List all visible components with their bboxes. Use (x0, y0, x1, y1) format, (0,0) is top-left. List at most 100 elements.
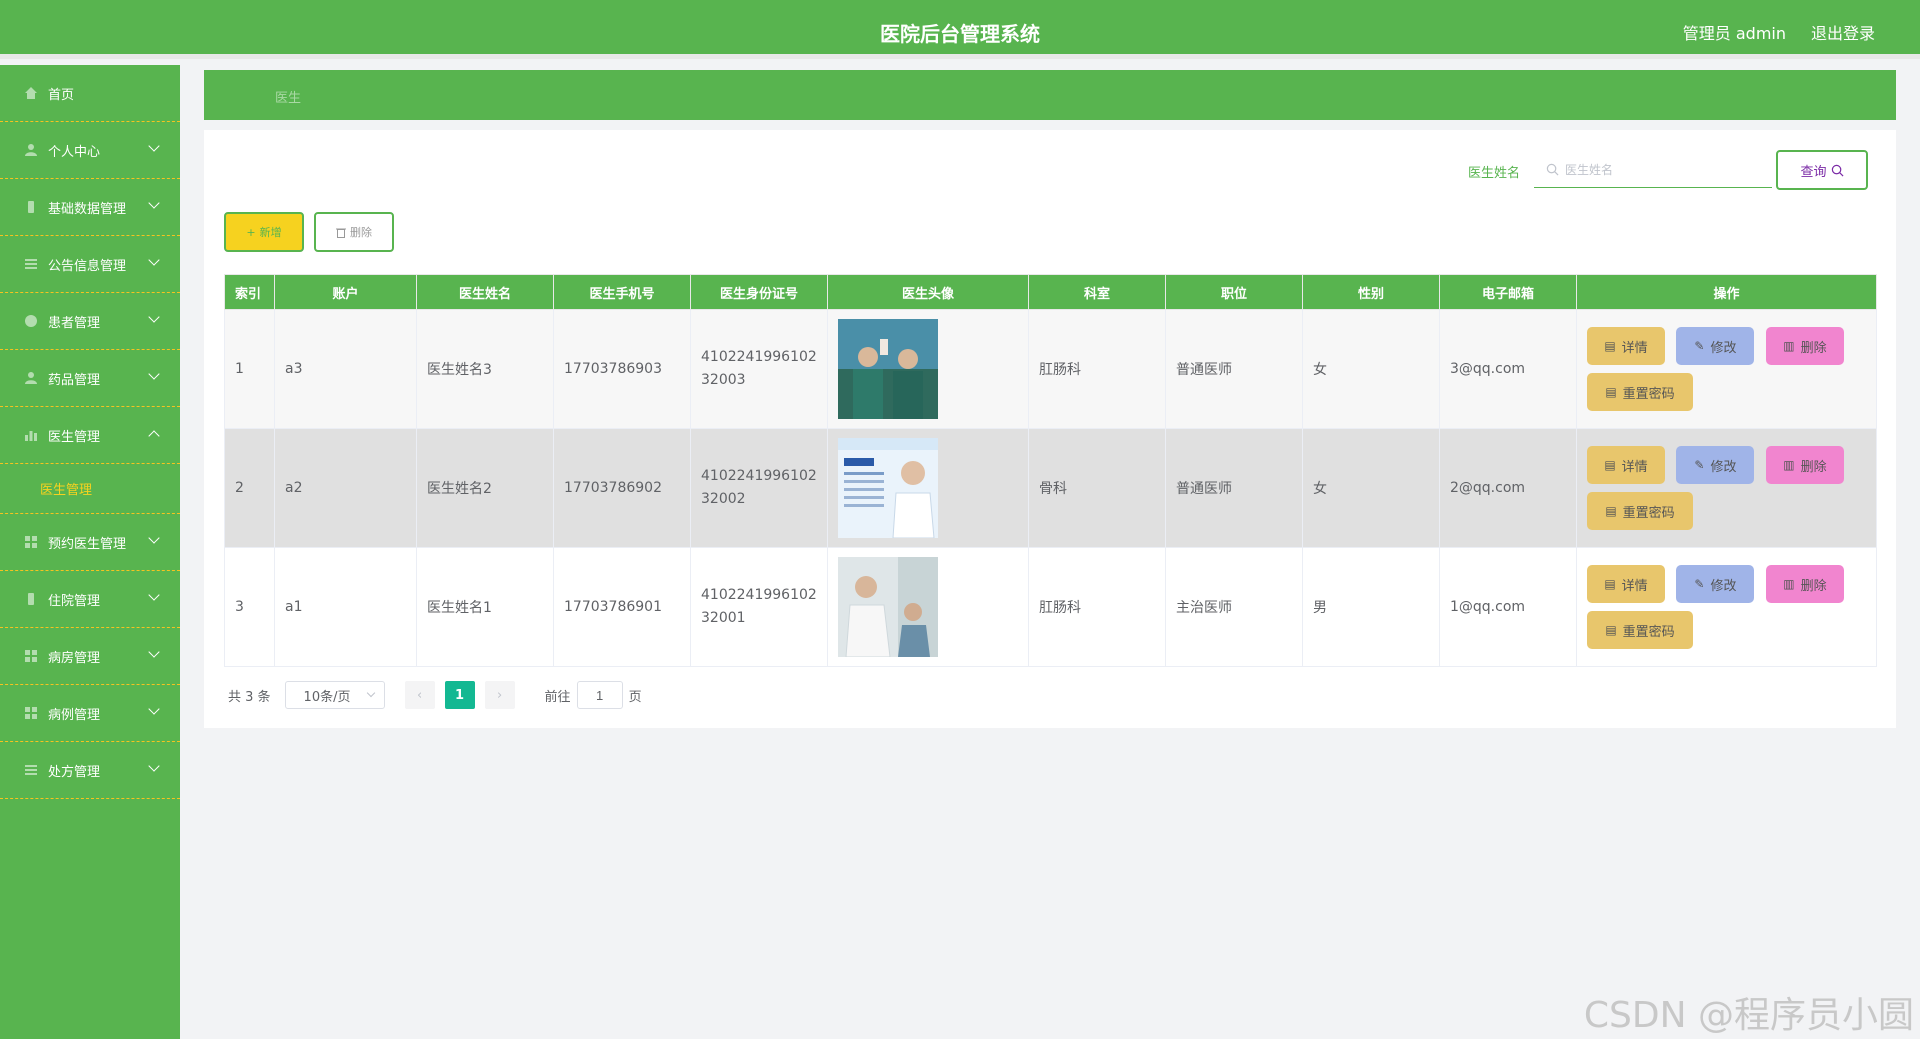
plus-icon: + (246, 225, 256, 239)
sidebar-item-profile[interactable]: 个人中心 (0, 122, 180, 179)
sidebar-item-doctors[interactable]: 医生管理 (0, 407, 180, 464)
delete-button[interactable]: ▥ 删除 (1765, 327, 1844, 365)
reset-password-button[interactable]: ▤ 重置密码 (1587, 492, 1693, 530)
sidebar-item-notice[interactable]: 公告信息管理 (0, 236, 180, 293)
column-header: 职位 (1165, 274, 1303, 310)
delete-button[interactable]: ▥ 删除 (1765, 565, 1844, 603)
pencil-icon: ✎ (1694, 339, 1705, 353)
chevron-down-icon (148, 589, 160, 601)
search-input[interactable] (1565, 162, 1765, 177)
cell-email: 1@qq.com (1439, 547, 1577, 667)
doctor-avatar[interactable] (838, 438, 938, 538)
sidebar-item-label: 住院管理 (48, 593, 101, 609)
detail-button[interactable]: ▤ 详情 (1587, 327, 1665, 365)
sidebar-item-cases[interactable]: 病例管理 (0, 685, 180, 742)
delete-label: 删除 (1800, 340, 1827, 356)
batch-delete-button[interactable]: 删除 (314, 212, 394, 252)
column-header: 医生身份证号 (690, 274, 828, 310)
list-icon (25, 765, 37, 775)
cell-dept: 骨科 (1028, 428, 1166, 548)
detail-button[interactable]: ▤ 详情 (1587, 565, 1665, 603)
cell-gender: 男 (1302, 547, 1440, 667)
sidebar-item-basic-data[interactable]: 基础数据管理 (0, 179, 180, 236)
top-header: 医院后台管理系统 管理员 admin 退出登录 (0, 0, 1920, 59)
chevron-right-icon: › (496, 687, 503, 703)
cell-phone: 17703786901 (553, 547, 691, 667)
column-header: 索引 (224, 274, 275, 310)
chevron-down-icon (148, 532, 160, 544)
chevron-down-icon (366, 688, 375, 698)
cell-gender: 女 (1302, 428, 1440, 548)
sidebar-item-label: 公告信息管理 (48, 258, 127, 274)
sidebar-item-label: 药品管理 (48, 372, 101, 388)
page-size-select[interactable]: 10条/页 (284, 681, 385, 709)
sidebar-item-patients[interactable]: 患者管理 (0, 293, 180, 350)
edit-button[interactable]: ✎ 修改 (1676, 565, 1755, 603)
goto-prefix: 前往 (544, 689, 571, 705)
table-row[interactable]: 1 a3 医生姓名3 17703786903 41022419961023200… (224, 309, 1877, 429)
page-number-current[interactable]: 1 (444, 681, 475, 709)
reset-password-button[interactable]: ▤ 重置密码 (1587, 373, 1693, 411)
document-icon: ▤ (1605, 385, 1617, 399)
goto-page-input[interactable] (576, 681, 623, 709)
add-button[interactable]: + 新增 (224, 212, 304, 252)
doctor-avatar[interactable] (838, 557, 938, 657)
cell-avatar (827, 309, 1029, 429)
search-button-label: 查询 (1800, 164, 1827, 180)
chevron-down-icon (148, 646, 160, 658)
sidebar-item-label: 基础数据管理 (48, 201, 127, 217)
watermark: CSDN @程序员小圆 (1583, 995, 1914, 1036)
cell-actions: ▤ 详情 ✎ 修改 ▥ 删除 ▤ 重置密码 (1576, 547, 1877, 667)
sidebar-item-home[interactable]: 首页 (0, 65, 180, 122)
trash-icon: ▥ (1783, 577, 1795, 591)
sidebar-item-wards[interactable]: 病房管理 (0, 628, 180, 685)
table-header-row: 索引 账户 医生姓名 医生手机号 医生身份证号 医生头像 科室 职位 性别 电子… (224, 274, 1877, 310)
next-page-button[interactable]: › (484, 681, 515, 709)
table-row[interactable]: 3 a1 医生姓名1 17703786901 41022419961023200… (224, 547, 1877, 667)
goto-suffix: 页 (628, 689, 642, 705)
sidebar-item-label: 医生管理 (48, 429, 101, 445)
main-card: 医生姓名 查询 + 新增 删除 索引 账户 医生姓名 医生手机号 医生身份证号 … (204, 130, 1896, 728)
grid-icon (25, 536, 37, 548)
submenu-item-doctor-management[interactable]: 医生管理 (0, 464, 180, 514)
delete-label: 删除 (1800, 578, 1827, 594)
cell-actions: ▤ 详情 ✎ 修改 ▥ 删除 ▤ 重置密码 (1576, 428, 1877, 548)
doctor-avatar[interactable] (838, 319, 938, 419)
column-header: 性别 (1302, 274, 1440, 310)
sidebar-item-hospitalization[interactable]: 住院管理 (0, 571, 180, 628)
edit-label: 修改 (1710, 459, 1737, 475)
chevron-left-icon: ‹ (416, 687, 423, 703)
cell-dept: 肛肠科 (1028, 309, 1166, 429)
column-header: 电子邮箱 (1439, 274, 1577, 310)
table-row[interactable]: 2 a2 医生姓名2 17703786902 41022419961023200… (224, 428, 1877, 548)
pencil-icon: ✎ (1694, 458, 1705, 472)
sidebar-item-prescriptions[interactable]: 处方管理 (0, 742, 180, 799)
reset-label: 重置密码 (1622, 624, 1675, 640)
goto-page: 前往 页 (545, 681, 642, 709)
pagination-total: 共 3 条 (228, 689, 271, 705)
reset-label: 重置密码 (1622, 505, 1675, 521)
sidebar-item-label: 预约医生管理 (48, 536, 127, 552)
document-icon: ▤ (1605, 504, 1617, 518)
column-header: 科室 (1028, 274, 1166, 310)
sidebar-item-drugs[interactable]: 药品管理 (0, 350, 180, 407)
detail-button[interactable]: ▤ 详情 (1587, 446, 1665, 484)
delete-button[interactable]: ▥ 删除 (1765, 446, 1844, 484)
logout-button[interactable]: 退出登录 (1811, 20, 1875, 44)
prev-page-button[interactable]: ‹ (404, 681, 435, 709)
cell-index: 3 (224, 547, 275, 667)
add-button-label: 新增 (259, 226, 282, 239)
sidebar-item-label: 处方管理 (48, 764, 101, 780)
column-header: 医生姓名 (416, 274, 554, 310)
cell-dept: 肛肠科 (1028, 547, 1166, 667)
search-button[interactable]: 查询 (1776, 150, 1868, 190)
edit-button[interactable]: ✎ 修改 (1676, 327, 1755, 365)
sidebar-item-appointments[interactable]: 预约医生管理 (0, 514, 180, 571)
cell-avatar (827, 547, 1029, 667)
reset-password-button[interactable]: ▤ 重置密码 (1587, 611, 1693, 649)
globe-icon (25, 315, 37, 327)
cell-position: 普通医师 (1165, 309, 1303, 429)
edit-button[interactable]: ✎ 修改 (1676, 446, 1755, 484)
page-size-value: 10条/页 (303, 689, 351, 705)
breadcrumb: 医生 (204, 70, 1896, 120)
